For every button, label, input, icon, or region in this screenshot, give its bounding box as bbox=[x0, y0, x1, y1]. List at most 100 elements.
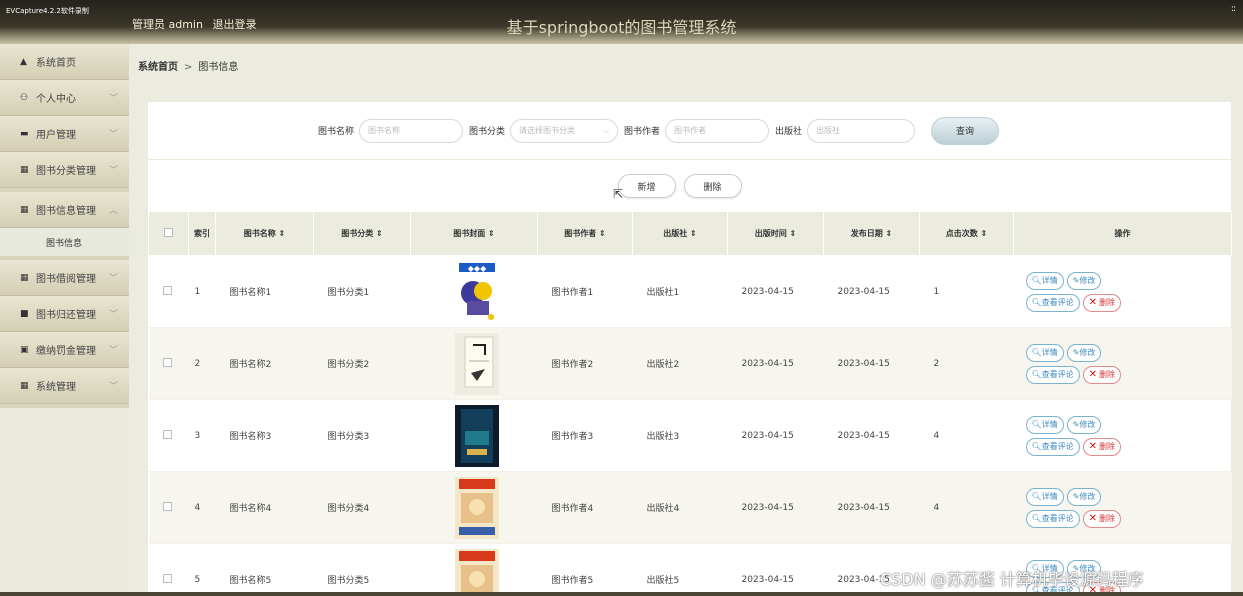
chevron-down-icon: ﹀ bbox=[109, 382, 119, 392]
query-button[interactable]: 查询 bbox=[931, 116, 1000, 145]
svg-text:◆◆◆: ◆◆◆ bbox=[468, 264, 487, 273]
cell-index: 5 bbox=[188, 543, 216, 596]
cell-release-date: 2023-04-15 bbox=[823, 327, 920, 400]
edit-button[interactable]: ✎ 修改 bbox=[1066, 343, 1102, 362]
row-select-cell[interactable] bbox=[148, 471, 189, 544]
delete-label: 删除 bbox=[1099, 298, 1116, 307]
delete-button[interactable]: 删除 bbox=[683, 174, 742, 198]
edit-button[interactable]: ✎ 修改 bbox=[1066, 415, 1102, 434]
col-release-date[interactable]: 发布日期 ⇕ bbox=[823, 211, 920, 256]
search-icon: 🔍︎ bbox=[1031, 276, 1042, 285]
sidebar-subitem-book-info[interactable]: 图书信息 bbox=[0, 228, 129, 256]
add-button[interactable]: 新增 bbox=[617, 174, 676, 198]
sidebar-item-users[interactable]: ▬ 用户管理 ﹀ bbox=[0, 116, 129, 152]
sidebar-item-borrow[interactable]: ▦ 图书借阅管理 ﹀ bbox=[0, 260, 129, 296]
col-book-name[interactable]: 图书名称 ⇕ bbox=[215, 211, 314, 256]
cell-category: 图书分类2 bbox=[313, 327, 411, 400]
edit-button[interactable]: ✎ 修改 bbox=[1066, 271, 1102, 290]
search-icon: 🔍︎ bbox=[1031, 370, 1042, 379]
book-cover-image bbox=[455, 548, 499, 596]
detail-label: 详情 bbox=[1041, 276, 1058, 285]
table-row: 3 图书名称3 图书分类3 图书作者3 出版社3 2023-04-15 2023-04-15… bbox=[148, 399, 1232, 472]
row-delete-button[interactable]: ✕ 删除 bbox=[1082, 437, 1122, 456]
cell-category: 图书分类5 bbox=[313, 543, 411, 596]
search-icon: 🔍︎ bbox=[1031, 420, 1042, 429]
cell-book-name: 图书名称5 bbox=[215, 543, 314, 596]
col-category[interactable]: 图书分类 ⇕ bbox=[313, 211, 411, 256]
book-author-input[interactable]: 图书作者 bbox=[665, 118, 770, 143]
book-name-label: 图书名称 bbox=[318, 127, 355, 137]
publisher-input[interactable]: 出版社 bbox=[807, 118, 916, 143]
comments-label: 查看评论 bbox=[1041, 370, 1074, 379]
row-select-cell[interactable] bbox=[148, 399, 189, 472]
sidebar-item-label: 个人中心 bbox=[36, 94, 76, 105]
chevron-down-icon: ﹀ bbox=[109, 346, 119, 356]
cell-release-date: 2023-04-15 bbox=[823, 399, 920, 472]
cell-cover bbox=[410, 327, 538, 400]
close-icon: ✕ bbox=[1088, 441, 1098, 452]
pencil-icon: ✎ bbox=[1072, 492, 1080, 501]
sidebar-item-book-category[interactable]: ▦ 图书分类管理 ﹀ bbox=[0, 152, 129, 188]
cell-index: 2 bbox=[188, 327, 216, 400]
sidebar: ▲ 系统首页 ⚇ 个人中心 ﹀ ▬ 用户管理 ﹀ ▦ 图书分类管理 ﹀ ▦ 图书信息管理 ︿ 图书… bbox=[0, 44, 129, 596]
row-checkbox[interactable] bbox=[162, 501, 172, 511]
edit-label: 修改 bbox=[1079, 348, 1096, 357]
search-icon: 🔍︎ bbox=[1031, 348, 1042, 357]
col-publish-time[interactable]: 出版时间 ⇕ bbox=[727, 211, 824, 256]
publisher-label: 出版社 bbox=[775, 127, 803, 137]
col-cover[interactable]: 图书封面 ⇕ bbox=[410, 211, 538, 256]
chevron-up-icon: ︿ bbox=[109, 206, 119, 216]
col-publisher[interactable]: 出版社 ⇕ bbox=[632, 211, 728, 256]
cell-publisher: 出版社5 bbox=[632, 543, 728, 596]
cell-clicks: 4 bbox=[919, 471, 1014, 544]
sidebar-item-system[interactable]: ▦ 系统管理 ﹀ bbox=[0, 368, 129, 404]
row-checkbox[interactable] bbox=[162, 429, 172, 439]
doc-icon: ■ bbox=[20, 308, 29, 319]
select-all-checkbox[interactable] bbox=[164, 228, 173, 237]
view-comments-button[interactable]: 🔍︎ 查看评论 bbox=[1025, 509, 1080, 528]
top-header: EVCapture4.2.2软件录制 :: 管理员 admin 退出登录 基于s… bbox=[0, 0, 1243, 44]
edit-button[interactable]: ✎ 修改 bbox=[1066, 487, 1102, 506]
col-clicks[interactable]: 点击次数 ⇕ bbox=[919, 211, 1014, 256]
row-select-cell[interactable] bbox=[148, 543, 189, 596]
comments-label: 查看评论 bbox=[1041, 514, 1074, 523]
row-delete-button[interactable]: ✕ 删除 bbox=[1082, 509, 1122, 528]
sidebar-item-book-info[interactable]: ▦ 图书信息管理 ︿ bbox=[0, 192, 129, 228]
row-delete-button[interactable]: ✕ 删除 bbox=[1082, 365, 1122, 384]
sidebar-item-home[interactable]: ▲ 系统首页 bbox=[0, 44, 129, 80]
breadcrumb-home[interactable]: 系统首页 bbox=[138, 62, 178, 73]
chevron-down-icon: ⌵ bbox=[602, 125, 610, 135]
search-icon: 🔍︎ bbox=[1031, 442, 1042, 451]
close-icon: ✕ bbox=[1088, 297, 1098, 308]
grid-icon: ▦ bbox=[20, 272, 29, 283]
book-cover-image: ◆◆◆ bbox=[455, 260, 499, 323]
cell-publisher: 出版社2 bbox=[632, 327, 728, 400]
close-icon: ✕ bbox=[1088, 513, 1098, 524]
row-delete-button[interactable]: ✕ 删除 bbox=[1082, 293, 1122, 312]
book-category-select[interactable]: 请选择图书分类 ⌵ bbox=[510, 118, 619, 143]
book-name-input[interactable]: 图书名称 bbox=[359, 118, 464, 143]
sidebar-item-fines[interactable]: ▣ 缴纳罚金管理 ﹀ bbox=[0, 332, 129, 368]
col-index: 索引 bbox=[188, 211, 216, 256]
cell-publisher: 出版社4 bbox=[632, 471, 728, 544]
sidebar-item-return[interactable]: ■ 图书归还管理 ﹀ bbox=[0, 296, 129, 332]
sidebar-item-profile[interactable]: ⚇ 个人中心 ﹀ bbox=[0, 80, 129, 116]
row-select-cell[interactable] bbox=[148, 255, 189, 328]
detail-button[interactable]: 🔍︎ 详情 bbox=[1025, 415, 1064, 434]
grip-icon: :: bbox=[1230, 4, 1236, 14]
row-checkbox[interactable] bbox=[162, 573, 172, 583]
row-checkbox[interactable] bbox=[162, 285, 172, 295]
row-select-cell[interactable] bbox=[148, 327, 189, 400]
pencil-icon: ✎ bbox=[1072, 420, 1080, 429]
select-all-cell[interactable] bbox=[148, 211, 189, 256]
table-row: 1 图书名称1 图书分类1 ◆◆◆ 图书作者1 出版社1 2023-04-15 2023-04… bbox=[148, 255, 1232, 328]
detail-button[interactable]: 🔍︎ 详情 bbox=[1025, 271, 1064, 290]
col-author[interactable]: 图书作者 ⇕ bbox=[537, 211, 633, 256]
row-checkbox[interactable] bbox=[162, 357, 172, 367]
detail-button[interactable]: 🔍︎ 详情 bbox=[1025, 487, 1064, 506]
sidebar-item-label: 缴纳罚金管理 bbox=[36, 346, 96, 357]
view-comments-button[interactable]: 🔍︎ 查看评论 bbox=[1025, 365, 1080, 384]
view-comments-button[interactable]: 🔍︎ 查看评论 bbox=[1025, 437, 1080, 456]
view-comments-button[interactable]: 🔍︎ 查看评论 bbox=[1025, 293, 1080, 312]
detail-button[interactable]: 🔍︎ 详情 bbox=[1025, 343, 1064, 362]
